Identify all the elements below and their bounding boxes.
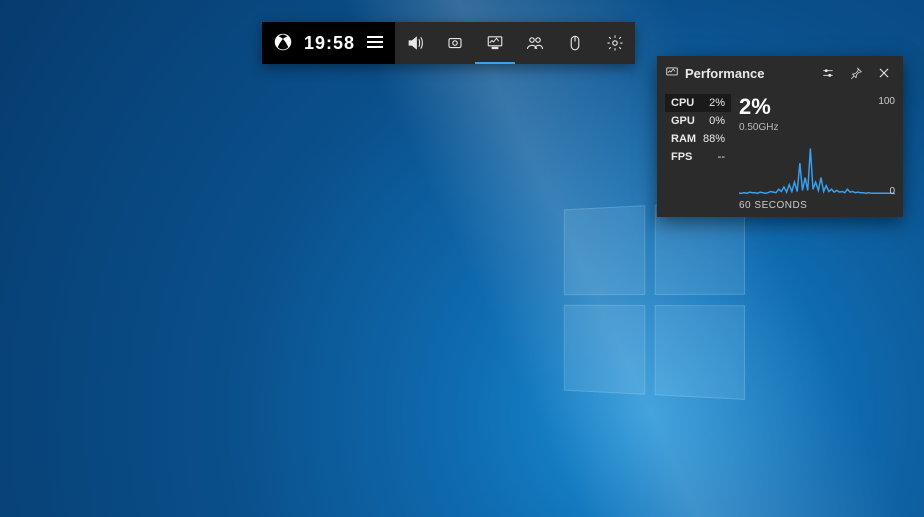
xbox-social-button[interactable] [515, 22, 555, 64]
audio-button[interactable] [395, 22, 435, 64]
performance-body: CPU 2% GPU 0% RAM 88% FPS -- 2% 0.50GHz … [657, 90, 903, 217]
stat-row-cpu[interactable]: CPU 2% [665, 94, 731, 112]
capture-button[interactable] [435, 22, 475, 64]
stat-value: -- [718, 151, 725, 163]
widgets-menu-icon[interactable] [367, 36, 383, 51]
stat-label: CPU [671, 97, 694, 109]
stat-value: 0% [709, 115, 725, 127]
perf-stats-list: CPU 2% GPU 0% RAM 88% FPS -- [665, 94, 731, 211]
windows-logo-wallpaper [564, 200, 745, 400]
perf-sparkline [739, 137, 895, 195]
stat-value: 2% [709, 97, 725, 109]
stat-value: 88% [703, 133, 725, 145]
stat-row-ram[interactable]: RAM 88% [665, 130, 731, 148]
gamebar-right-section [395, 22, 635, 64]
mouse-button[interactable] [555, 22, 595, 64]
stat-label: FPS [671, 151, 692, 163]
settings-button[interactable] [595, 22, 635, 64]
stat-row-fps[interactable]: FPS -- [665, 148, 731, 166]
performance-title-text: Performance [685, 66, 811, 81]
stat-row-gpu[interactable]: GPU 0% [665, 112, 731, 130]
performance-button[interactable] [475, 22, 515, 64]
chart-x-label: 60 SECONDS [739, 200, 895, 211]
widget-options-button[interactable] [817, 62, 839, 84]
pin-button[interactable] [845, 62, 867, 84]
perf-frequency: 0.50GHz [739, 122, 895, 133]
clock-time: 19:58 [304, 33, 355, 54]
perf-big-percent: 2% [739, 94, 895, 120]
xbox-game-bar: 19:58 [262, 22, 635, 64]
stat-label: GPU [671, 115, 695, 127]
stat-label: RAM [671, 133, 696, 145]
chart-y-max: 100 [878, 96, 895, 107]
close-button[interactable] [873, 62, 895, 84]
gamebar-left-section: 19:58 [262, 22, 395, 64]
xbox-icon[interactable] [274, 33, 292, 54]
performance-icon [665, 65, 679, 82]
chart-y-min: 0 [889, 186, 895, 197]
perf-chart-area: 2% 0.50GHz 100 0 60 SECONDS [739, 94, 895, 211]
performance-widget: Performance CPU 2% GPU 0% RAM 88% [657, 56, 903, 217]
performance-titlebar[interactable]: Performance [657, 56, 903, 90]
